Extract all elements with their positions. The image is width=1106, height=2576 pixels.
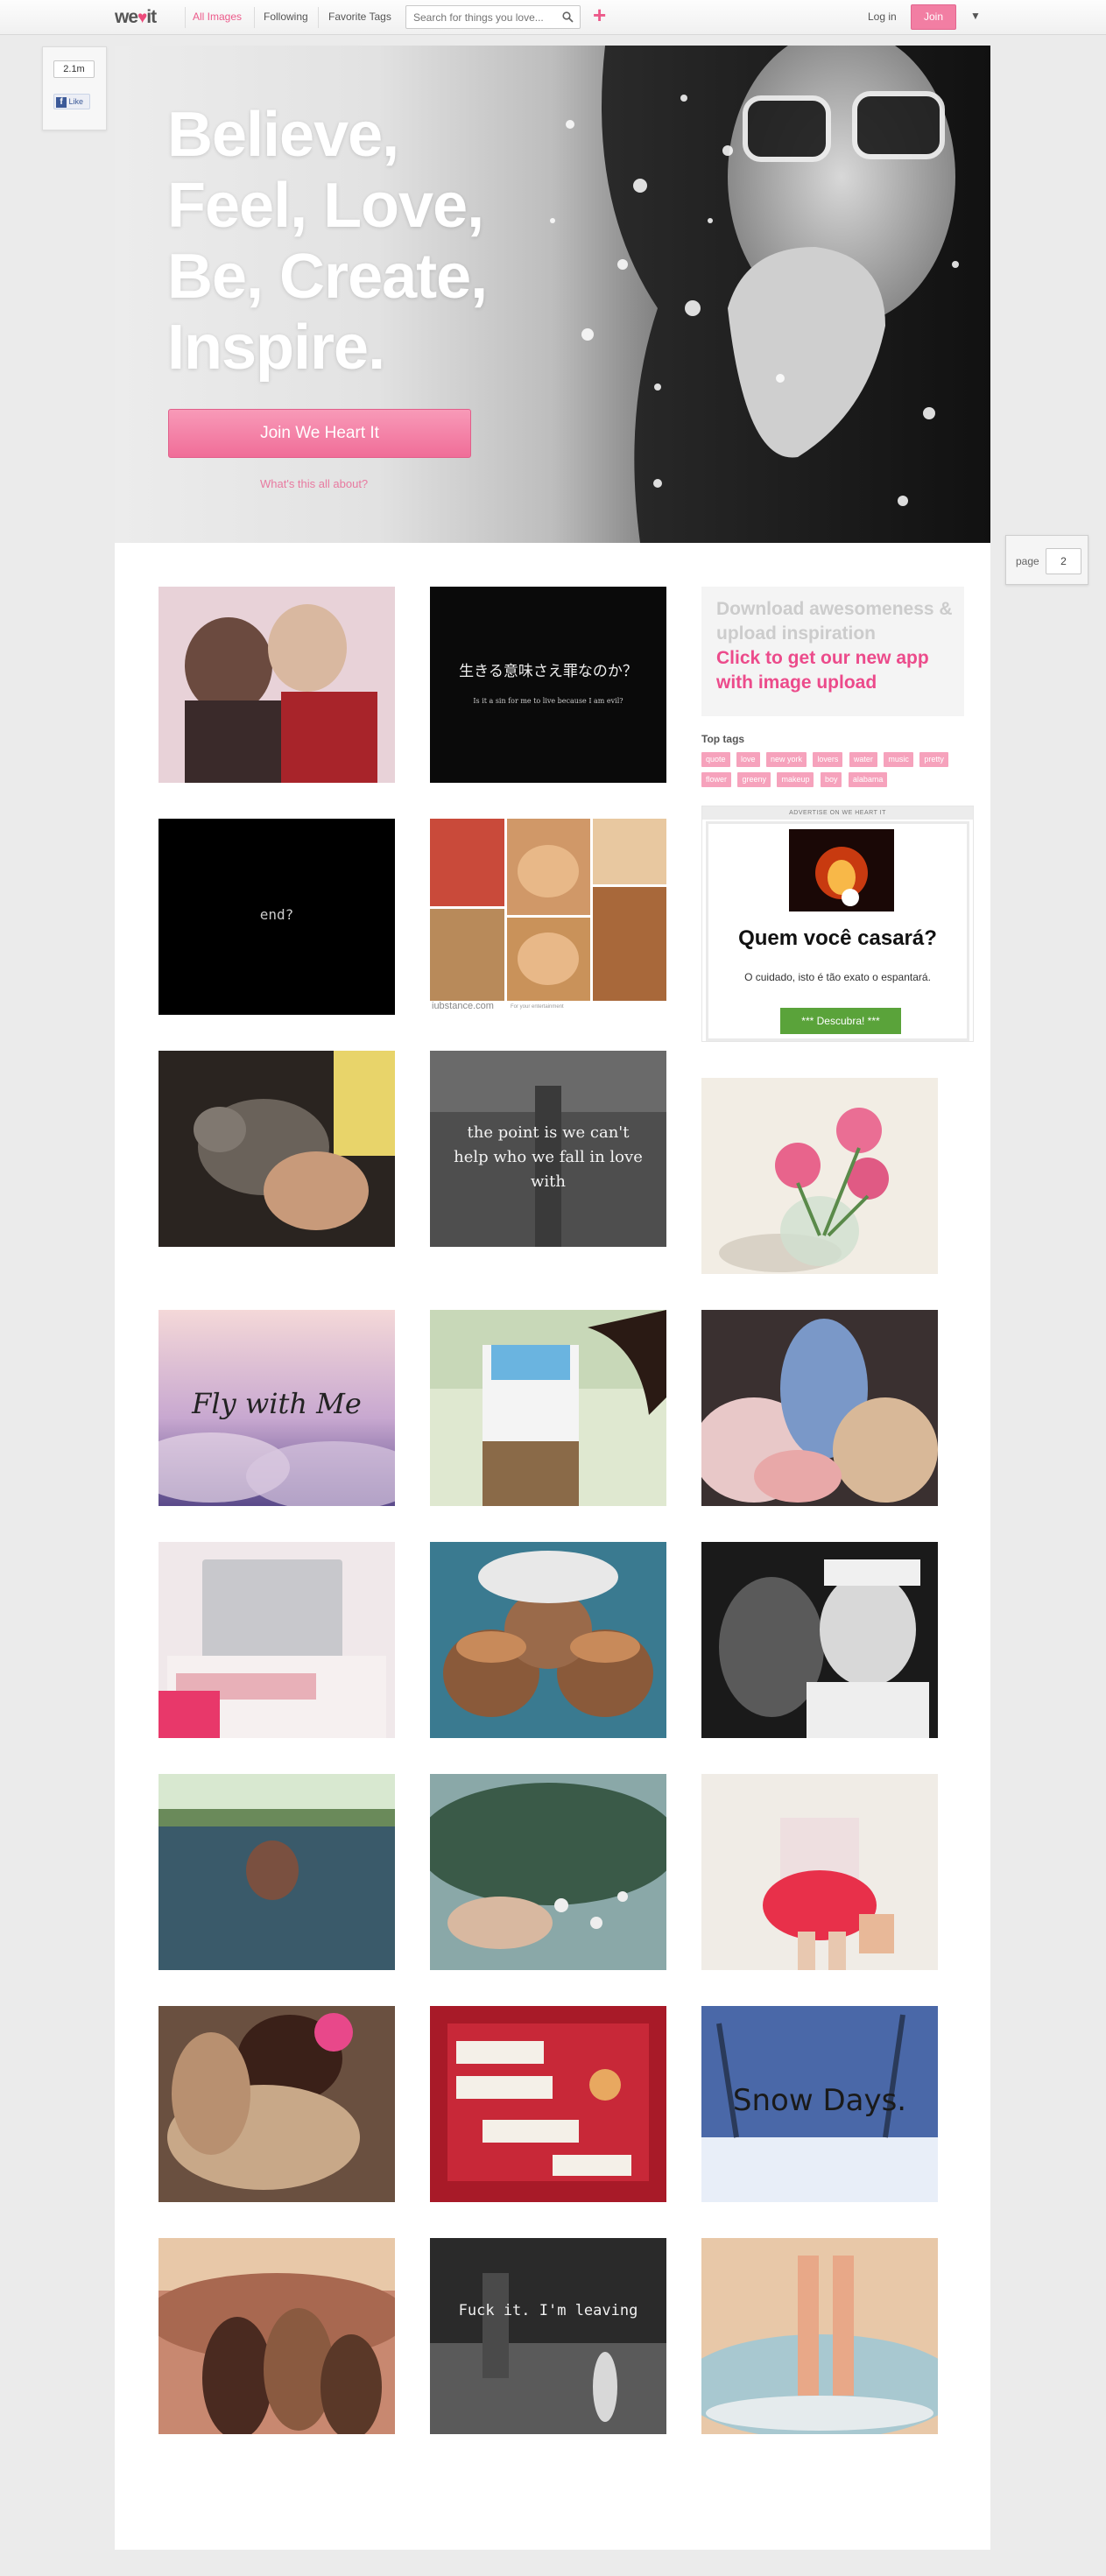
join-button[interactable]: Join [911, 4, 956, 30]
tag-link[interactable]: love [736, 752, 760, 767]
search-input[interactable] [406, 6, 555, 28]
tile-caption: Fuck it. I'm leaving [458, 2302, 638, 2319]
image-tile[interactable]: Snow Days. [701, 2006, 938, 2202]
image-tile[interactable] [430, 1774, 666, 1970]
ad-label: ADVERTISE ON WE HEART IT [702, 806, 973, 820]
image-tile[interactable] [701, 1774, 938, 1970]
image-tile[interactable]: iubstance.com For your entertainment [430, 819, 666, 1015]
promo-link[interactable]: Click to get our new app with image uplo… [716, 646, 953, 695]
tag-link[interactable]: water [849, 752, 877, 767]
ad-title: Quem você casará? [738, 926, 937, 950]
tag-link[interactable]: flower [701, 772, 732, 787]
tag-link[interactable]: boy [820, 772, 842, 787]
ad-image[interactable] [789, 829, 894, 911]
like-label: Like [68, 97, 84, 106]
tile-caption: Snow Days. [732, 2083, 907, 2118]
image-tile[interactable] [159, 1051, 395, 1247]
image-tile[interactable] [701, 2238, 938, 2434]
tile-caption: the point is we can't help who we fall i… [454, 1123, 643, 1191]
nav-following[interactable]: Following [264, 11, 308, 23]
tile-caption: Fly with Me [192, 1387, 362, 1420]
image-tile[interactable] [701, 1310, 938, 1506]
advertisement[interactable]: ADVERTISE ON WE HEART IT Quem você casar… [701, 806, 974, 1042]
tag-link[interactable]: lovers [813, 752, 843, 767]
image-tile[interactable]: end? [159, 819, 395, 1015]
tag-link[interactable]: greeny [737, 772, 771, 787]
tag-link[interactable]: alabama [848, 772, 888, 787]
divider [318, 7, 319, 28]
promo-line-1: Download awesomeness & upload inspiratio… [716, 599, 953, 644]
image-tile[interactable] [430, 2006, 666, 2202]
top-tags-list: quote love new york lovers water music p… [701, 750, 964, 791]
tag-link[interactable]: new york [765, 752, 807, 767]
image-tile[interactable]: the point is we can't help who we fall i… [430, 1051, 666, 1247]
divider [254, 7, 255, 28]
image-tile[interactable] [159, 1542, 395, 1738]
join-we-heart-it-button[interactable]: Join We Heart It [168, 409, 471, 458]
tile-caption: end? [259, 906, 294, 923]
image-tile[interactable] [159, 587, 395, 783]
tile-caption: 生きる意味さえ罪なのか？ [459, 663, 638, 680]
ad-cta-button[interactable]: *** Descubra! *** [780, 1008, 901, 1034]
tag-link[interactable]: music [884, 752, 913, 767]
search-icon[interactable] [562, 11, 574, 23]
hero-banner: Believe, Feel, Love, Be, Create, Inspire… [115, 46, 990, 543]
ad-subtitle: O cuidado, isto é tão exato o espantará. [744, 971, 931, 983]
facebook-icon: f [56, 96, 67, 108]
app-promo[interactable]: Download awesomeness & upload inspiratio… [701, 587, 964, 716]
facebook-like-box: 2.1m f Like [42, 46, 107, 130]
nav-favorite-tags[interactable]: Favorite Tags [328, 11, 391, 23]
image-tile[interactable]: 生きる意味さえ罪なのか？ Is it a sin for me to live … [430, 587, 666, 783]
page-number-input[interactable]: 2 [1046, 548, 1081, 574]
logo-text-we: we [115, 7, 138, 27]
page-indicator: page 2 [1005, 535, 1088, 585]
logo-text-it: it [146, 7, 157, 27]
hero-title-line: Be, Create, [167, 242, 488, 312]
facebook-like-button[interactable]: f Like [53, 94, 90, 109]
tag-link[interactable]: pretty [919, 752, 948, 767]
whats-this-link[interactable]: What's this all about? [260, 477, 368, 490]
tile-subcaption: Is it a sin for me to live because I am … [473, 697, 623, 705]
image-tile[interactable]: Fly with Me [159, 1310, 395, 1506]
search-box [405, 5, 581, 29]
page-label: page [1016, 555, 1039, 567]
hero-title-line: Feel, Love, [167, 171, 484, 241]
login-link[interactable]: Log in [868, 11, 897, 23]
like-count: 2.1m [53, 60, 95, 78]
ad-content: Quem você casará? O cuidado, isto é tão … [706, 821, 969, 1041]
tile-watermark-sub: For your entertainment [511, 1004, 564, 1010]
divider [185, 7, 186, 28]
top-bar: we♥it All Images Following Favorite Tags… [0, 0, 1106, 35]
tag-link[interactable]: makeup [777, 772, 814, 787]
logo[interactable]: we♥it [115, 7, 157, 28]
image-tile[interactable] [159, 1774, 395, 1970]
tag-link[interactable]: quote [701, 752, 730, 767]
image-tile[interactable] [430, 1542, 666, 1738]
nav-all-images[interactable]: All Images [193, 11, 242, 23]
top-tags-heading: Top tags [701, 733, 745, 745]
image-tile[interactable] [159, 2238, 395, 2434]
image-tile[interactable] [701, 1078, 938, 1274]
hero-title-line: Believe, [167, 100, 399, 170]
hero-title: Believe, Feel, Love, Be, Create, Inspire… [167, 100, 544, 384]
dropdown-arrow-icon[interactable]: ▼ [970, 10, 981, 22]
image-tile[interactable] [701, 1542, 938, 1738]
image-tile[interactable] [430, 1310, 666, 1506]
tile-watermark: iubstance.com [432, 1001, 494, 1011]
add-image-button[interactable]: + [593, 2, 606, 28]
image-tile[interactable]: Fuck it. I'm leaving [430, 2238, 666, 2434]
hero-title-line: Inspire. [167, 313, 385, 383]
heart-icon: ♥ [137, 9, 147, 27]
image-tile[interactable] [159, 2006, 395, 2202]
